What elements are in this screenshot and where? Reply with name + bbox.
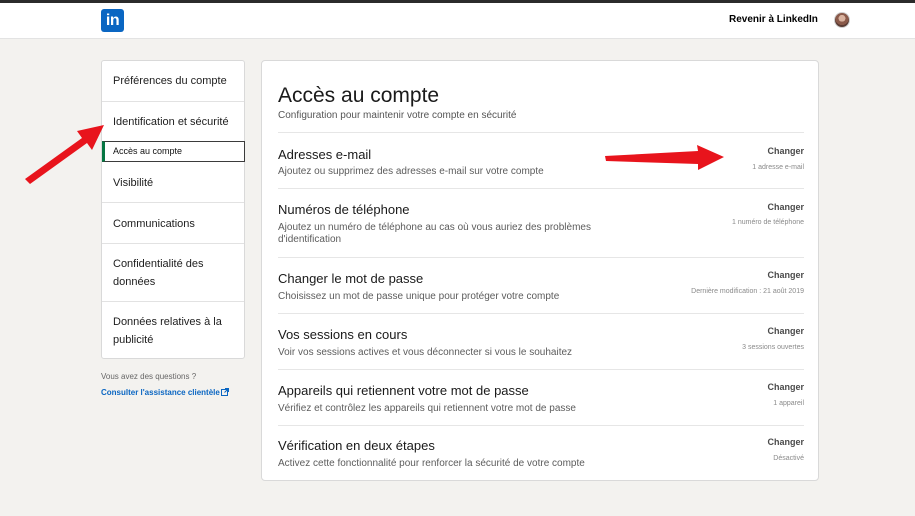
help-center-link-label: Consulter l'assistance clientèle bbox=[101, 388, 220, 397]
help-question: Vous avez des questions ? bbox=[101, 372, 197, 381]
row-description: Ajoutez ou supprimez des adresses e-mail… bbox=[278, 166, 544, 177]
row-description: Activez cette fonctionnalité pour renfor… bbox=[278, 458, 585, 469]
sidebar-item-ads-data[interactable]: Données relatives à la publicité bbox=[102, 302, 244, 359]
change-button[interactable]: Changer bbox=[767, 437, 804, 447]
setting-row-phone[interactable]: Numéros de téléphone Ajoutez un numéro d… bbox=[278, 188, 804, 257]
row-title: Changer le mot de passe bbox=[278, 271, 424, 286]
help-center-link[interactable]: Consulter l'assistance clientèle bbox=[101, 388, 229, 397]
change-button[interactable]: Changer bbox=[767, 326, 804, 336]
sidebar-item-label: Visibilité bbox=[113, 177, 154, 189]
page-title: Accès au compte bbox=[278, 84, 440, 107]
sidebar-item-label: Communications bbox=[113, 218, 195, 230]
external-link-icon bbox=[220, 388, 229, 396]
change-button[interactable]: Changer bbox=[767, 202, 804, 212]
row-description: Choisissez un mot de passe unique pour p… bbox=[278, 291, 560, 302]
sidebar-item-label: Données relatives à la publicité bbox=[113, 316, 222, 346]
sidebar-item-label: Confidentialité des données bbox=[113, 258, 204, 288]
sidebar-item-label: Accès au compte bbox=[113, 146, 183, 156]
sidebar-item-preferences[interactable]: Préférences du compte bbox=[102, 61, 244, 102]
settings-sidebar: Préférences du compte Identification et … bbox=[101, 60, 245, 359]
row-status: 1 adresse e-mail bbox=[752, 164, 804, 171]
avatar[interactable] bbox=[834, 12, 850, 28]
sidebar-item-visibility[interactable]: Visibilité bbox=[102, 162, 244, 203]
sidebar-item-label: Identification et sécurité bbox=[113, 116, 229, 128]
back-to-linkedin-link[interactable]: Revenir à LinkedIn bbox=[729, 14, 818, 25]
setting-row-two-step[interactable]: Vérification en deux étapes Activez cett… bbox=[278, 425, 804, 481]
account-access-card: Accès au compte Configuration pour maint… bbox=[261, 60, 819, 481]
row-description: Voir vos sessions actives et vous déconn… bbox=[278, 347, 573, 358]
sidebar-item-communications[interactable]: Communications bbox=[102, 203, 244, 244]
top-header: in Revenir à LinkedIn bbox=[0, 3, 915, 39]
row-title: Appareils qui retiennent votre mot de pa… bbox=[278, 383, 529, 398]
sidebar-item-data-privacy[interactable]: Confidentialité des données bbox=[102, 244, 244, 302]
row-title: Adresses e-mail bbox=[278, 147, 372, 162]
sidebar-item-security[interactable]: Identification et sécurité bbox=[102, 102, 244, 141]
setting-row-password[interactable]: Changer le mot de passe Choisissez un mo… bbox=[278, 257, 804, 313]
row-status: 3 sessions ouvertes bbox=[742, 344, 804, 351]
linkedin-logo[interactable]: in bbox=[101, 9, 124, 32]
page-subtitle: Configuration pour maintenir votre compt… bbox=[278, 110, 517, 121]
setting-row-sessions[interactable]: Vos sessions en cours Voir vos sessions … bbox=[278, 313, 804, 369]
change-button[interactable]: Changer bbox=[767, 146, 804, 156]
annotation-arrow-right bbox=[605, 145, 724, 170]
row-status: Désactivé bbox=[773, 455, 804, 462]
row-description: Ajoutez un numéro de téléphone au cas où… bbox=[278, 222, 591, 245]
change-button[interactable]: Changer bbox=[767, 270, 804, 280]
setting-row-devices[interactable]: Appareils qui retiennent votre mot de pa… bbox=[278, 369, 804, 425]
sidebar-item-label: Préférences du compte bbox=[113, 75, 227, 87]
annotation-arrow-left bbox=[25, 125, 104, 184]
row-title: Vérification en deux étapes bbox=[278, 438, 435, 453]
row-status: 1 appareil bbox=[773, 400, 804, 407]
sidebar-subitem-account-access[interactable]: Accès au compte bbox=[102, 141, 245, 162]
row-title: Numéros de téléphone bbox=[278, 202, 410, 217]
row-description: Vérifiez et contrôlez les appareils qui … bbox=[278, 403, 576, 414]
change-button[interactable]: Changer bbox=[767, 382, 804, 392]
row-status: Dernière modification : 21 août 2019 bbox=[691, 288, 804, 295]
row-status: 1 numéro de téléphone bbox=[732, 219, 804, 226]
row-title: Vos sessions en cours bbox=[278, 327, 408, 342]
